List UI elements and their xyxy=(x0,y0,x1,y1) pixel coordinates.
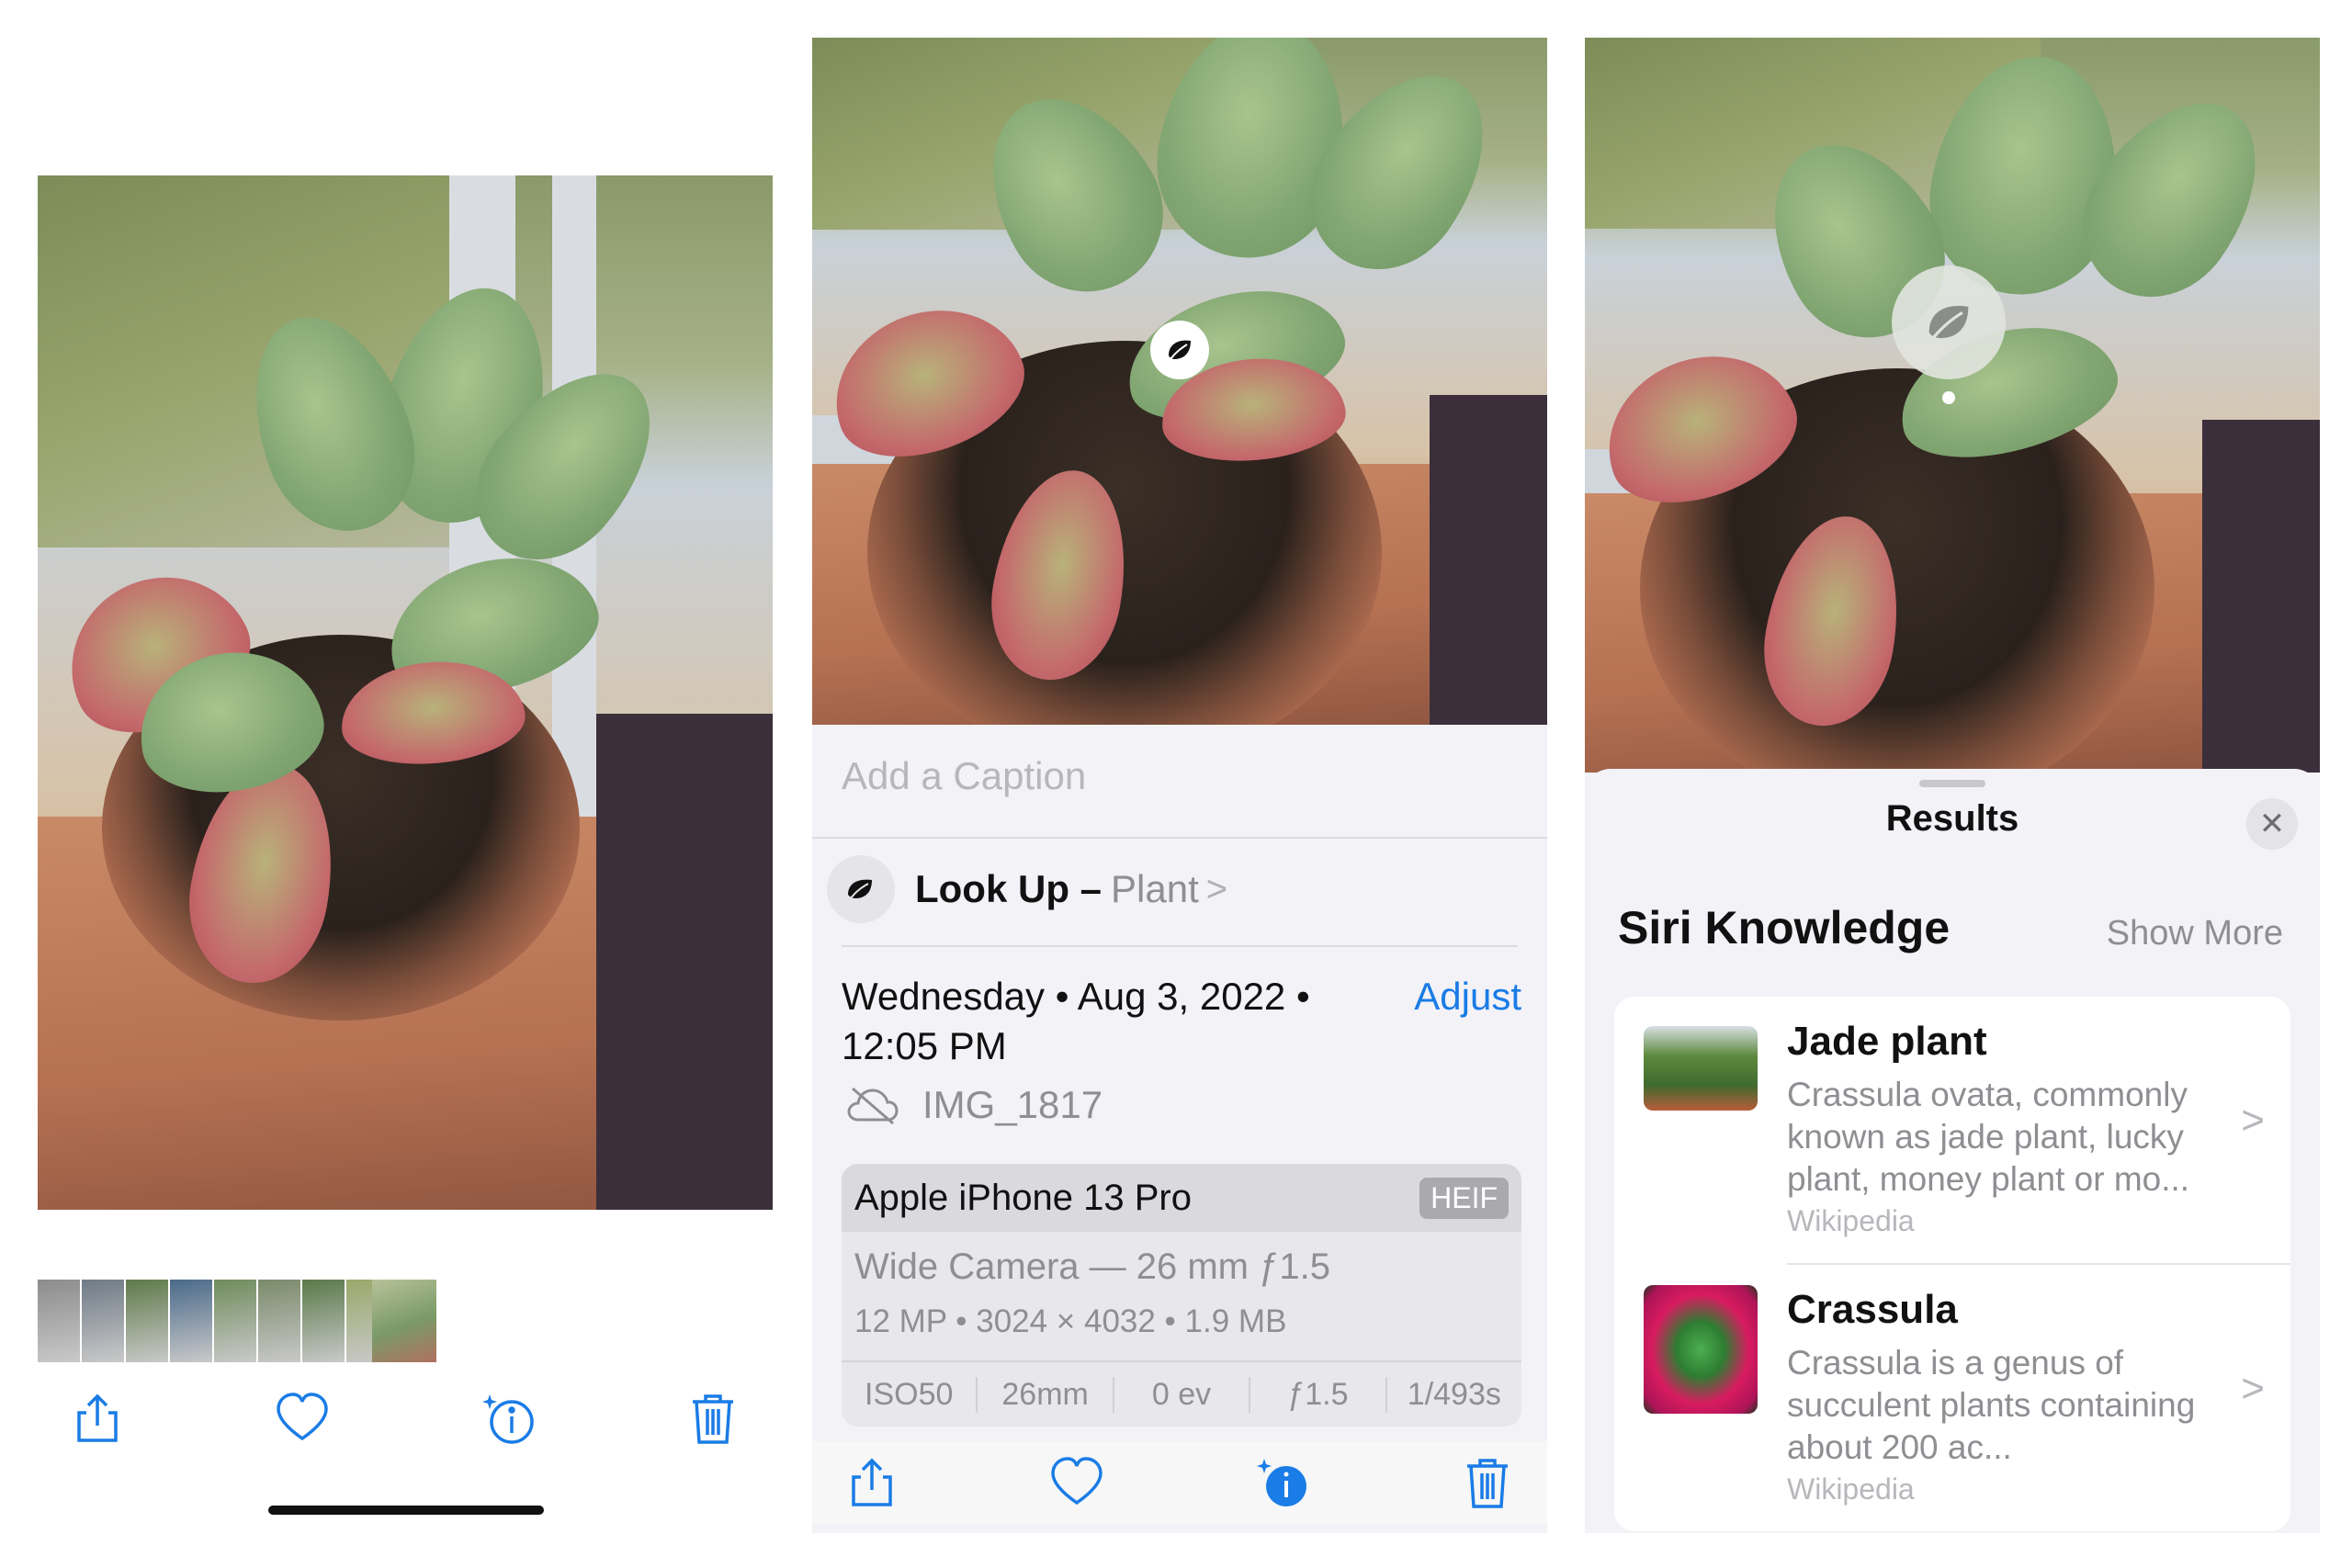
sheet-title: Results xyxy=(1885,798,2019,839)
look-up-row[interactable]: Look Up – Plant > xyxy=(827,855,1227,923)
photo-info-panel: Add a Caption Look Up – Plant > Wednesda… xyxy=(812,38,1547,1533)
visual-lookup-leaf-pin-icon[interactable] xyxy=(1150,321,1209,379)
exif-row: ISO50 26mm 0 ev ƒ1.5 1/493s xyxy=(842,1360,1521,1427)
visual-lookup-info-icon[interactable] xyxy=(476,1386,540,1450)
result-source: Wikipedia xyxy=(1787,1204,1915,1237)
favorite-heart-icon[interactable] xyxy=(270,1386,334,1450)
result-name: Jade plant xyxy=(1787,1019,1987,1064)
siri-knowledge-heading: Siri Knowledge xyxy=(1618,902,1951,953)
jade-plant-thumbnail xyxy=(1644,1026,1758,1111)
photo-viewer-panel xyxy=(38,38,773,1533)
lookup-results-panel: Results ✕ Siri Knowledge Show More Jade … xyxy=(1585,38,2320,1533)
filename: IMG_1817 xyxy=(922,1083,1103,1126)
icloud-off-icon xyxy=(847,1087,899,1125)
bottom-toolbar xyxy=(38,1377,773,1460)
chevron-right-icon: > xyxy=(2241,1098,2265,1143)
result-source: Wikipedia xyxy=(1787,1472,1915,1506)
photo-fabric xyxy=(596,713,773,1210)
device-name: Apple iPhone 13 Pro xyxy=(854,1177,1192,1218)
selected-thumbnail[interactable] xyxy=(372,1280,436,1362)
plant-photo[interactable] xyxy=(38,175,773,1210)
format-badge: HEIF xyxy=(1419,1177,1509,1219)
exif-aperture: ƒ1.5 xyxy=(1250,1376,1387,1413)
result-name: Crassula xyxy=(1787,1287,1958,1332)
photo-fabric xyxy=(1430,394,1547,725)
photo-date: Wednesday • Aug 3, 2022 • xyxy=(842,975,1310,1018)
divider xyxy=(842,945,1518,947)
exif-exposure-bias: 0 ev xyxy=(1114,1376,1251,1413)
image-specs: 12 MP • 3024 × 4032 • 1.9 MB xyxy=(854,1303,1287,1339)
bottom-toolbar xyxy=(812,1441,1547,1524)
adjust-button[interactable]: Adjust xyxy=(1414,975,1521,1019)
divider xyxy=(812,837,1547,839)
filename-row: IMG_1817 xyxy=(845,1083,1102,1127)
results-list: Jade plant Crassula ovata, commonly know… xyxy=(1614,997,2290,1531)
results-sheet: Results ✕ Siri Knowledge Show More Jade … xyxy=(1585,769,2320,1533)
exif-focal-length: 26mm xyxy=(978,1376,1114,1413)
photo-thumbnail[interactable] xyxy=(302,1280,345,1362)
trash-icon[interactable] xyxy=(681,1386,745,1450)
close-button[interactable]: ✕ xyxy=(2246,798,2298,850)
chevron-right-icon: > xyxy=(1205,868,1228,909)
plant-photo[interactable] xyxy=(812,38,1547,725)
visual-lookup-leaf-pin-icon[interactable] xyxy=(1892,265,2006,379)
leaf-icon xyxy=(827,855,895,923)
photo-thumbnail[interactable] xyxy=(82,1280,124,1362)
caption-field[interactable]: Add a Caption xyxy=(842,754,1086,798)
camera-metadata-header: Apple iPhone 13 Pro HEIF xyxy=(842,1164,1521,1232)
pin-dot xyxy=(1942,391,1955,404)
share-icon[interactable] xyxy=(65,1386,130,1450)
look-up-title: Look Up – xyxy=(915,867,1102,910)
share-icon[interactable] xyxy=(840,1450,904,1515)
photo-thumbnail[interactable] xyxy=(126,1280,168,1362)
photo-thumbnail[interactable] xyxy=(38,1280,80,1362)
visual-lookup-info-icon-active[interactable] xyxy=(1250,1450,1315,1515)
photo-time: 12:05 PM xyxy=(842,1024,1007,1067)
show-more-button[interactable]: Show More xyxy=(2107,914,2283,953)
chevron-right-icon: > xyxy=(2241,1366,2265,1411)
result-item-crassula[interactable]: Crassula Crassula is a genus of succulen… xyxy=(1614,1265,2290,1531)
trash-icon[interactable] xyxy=(1455,1450,1520,1515)
crassula-thumbnail xyxy=(1644,1285,1758,1414)
sheet-grabber[interactable] xyxy=(1919,780,1985,787)
exif-shutter-speed: 1/493s xyxy=(1407,1376,1501,1412)
photo-thumbnail[interactable] xyxy=(258,1280,300,1362)
home-indicator xyxy=(268,1506,544,1515)
lens-info: Wide Camera — 26 mm ƒ1.5 xyxy=(854,1247,1330,1287)
plant-photo[interactable] xyxy=(1585,38,2320,773)
result-description: Crassula is a genus of succulent plants … xyxy=(1787,1344,2196,1466)
favorite-heart-icon[interactable] xyxy=(1045,1450,1109,1515)
result-description: Crassula ovata, commonly known as jade p… xyxy=(1787,1076,2190,1198)
result-item-jade-plant[interactable]: Jade plant Crassula ovata, commonly know… xyxy=(1614,997,2290,1263)
photo-fabric xyxy=(2202,420,2320,773)
camera-metadata-card: Apple iPhone 13 Pro HEIF Wide Camera — 2… xyxy=(842,1164,1521,1427)
look-up-subject: Plant xyxy=(1111,867,1199,910)
exif-iso: ISO50 xyxy=(842,1376,978,1413)
photo-thumbnail[interactable] xyxy=(214,1280,256,1362)
thumbnail-strip[interactable] xyxy=(38,1280,389,1362)
photo-thumbnail[interactable] xyxy=(170,1280,212,1362)
